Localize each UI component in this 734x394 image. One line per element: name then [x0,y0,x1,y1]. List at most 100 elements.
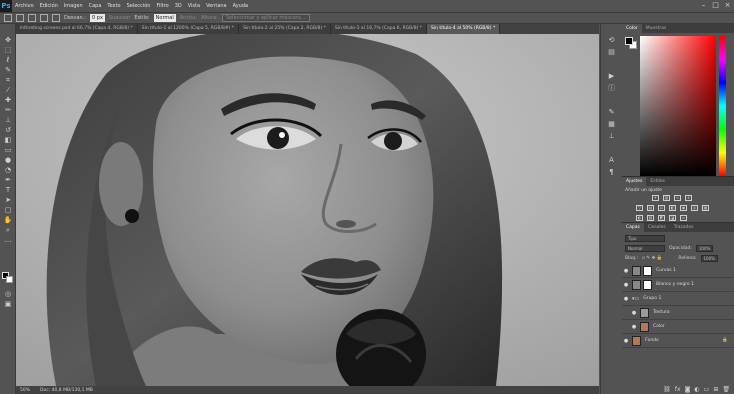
posterize-icon[interactable]: ▨ [647,215,654,221]
levels-icon[interactable]: ▥ [663,195,670,201]
menu-vista[interactable]: Vista [185,3,203,9]
new-selection-icon[interactable] [16,14,24,22]
vibrance-icon[interactable]: ▽ [636,205,643,211]
doc-tab-active[interactable]: Sin título-4 al 50% (RGB/8) * [427,24,501,34]
marquee-tool-icon[interactable]: ⬚ [3,46,13,55]
color-picker-field[interactable] [640,36,716,176]
pen-tool-icon[interactable]: ✒ [3,176,13,185]
tab-adjustments[interactable]: Ajustes [622,177,647,186]
lock-icons[interactable]: ▫ ✎ ✥ 🔒 [642,256,663,261]
clone-source-icon[interactable]: ⊥ [607,132,616,141]
quick-mask-icon[interactable]: ◎ [3,290,13,299]
curves-icon[interactable]: ∿ [674,195,681,201]
layer-row[interactable]: ● ▾▭ Grupo 1 [622,292,734,306]
color-balance-icon[interactable]: ⚖ [658,205,665,211]
layer-row[interactable]: ● Color [622,320,734,334]
minimize-icon[interactable]: – [699,1,708,10]
tab-styles[interactable]: Estilos [646,177,669,186]
trash-icon[interactable]: 🗑 [722,386,730,393]
visibility-eye-icon[interactable]: ● [622,282,630,288]
fx-icon[interactable]: fx [675,386,681,393]
layer-row[interactable]: ● Fondo 🔒 [622,334,734,348]
antialias-checkbox[interactable]: Suavizar [109,15,131,21]
menu-filtro[interactable]: Filtro [153,3,171,9]
document-canvas[interactable] [16,34,599,386]
foreground-color-chip[interactable] [625,37,633,45]
paragraph-panel-icon[interactable]: ¶ [607,168,616,177]
zoom-level[interactable]: 50% [20,388,30,393]
layer-filter-select[interactable]: Tipo [625,235,665,242]
marquee-tool-preset-icon[interactable] [4,14,12,22]
new-adjustment-icon[interactable]: ◐ [694,386,699,393]
menu-3d[interactable]: 3D [172,3,185,9]
gradient-map-icon[interactable]: ▭ [680,215,687,221]
folder-icon[interactable]: ▾▭ [632,296,639,302]
layer-row[interactable]: ● Curvas 1 [622,264,734,278]
intersect-selection-icon[interactable] [52,14,60,22]
visibility-eye-icon[interactable]: ● [630,310,638,316]
menu-archivo[interactable]: Archivo [12,3,37,9]
photo-filter-icon[interactable]: ◉ [680,205,687,211]
link-layers-icon[interactable]: ⛓ [663,386,671,393]
screen-mode-icon[interactable]: ▣ [3,300,13,309]
brush-tool-icon[interactable]: ✏ [3,106,13,115]
brush-panel-icon[interactable]: ✎ [607,108,616,117]
visibility-eye-icon[interactable]: ● [622,268,630,274]
visibility-eye-icon[interactable]: ● [630,324,638,330]
shape-tool-icon[interactable]: ▢ [3,206,13,215]
quick-select-tool-icon[interactable]: ✎ [3,66,13,75]
doc-tab[interactable]: Sin título-3 al 16,7% (Capa 6, RGB/8) * [330,24,428,34]
zoom-tool-icon[interactable]: ⌕ [3,226,13,235]
menu-ayuda[interactable]: Ayuda [230,3,251,9]
invert-icon[interactable]: ◐ [636,215,643,221]
channel-mixer-icon[interactable]: ◎ [691,205,698,211]
tab-channels[interactable]: Canales [644,223,670,232]
hue-saturation-icon[interactable]: ▤ [647,205,654,211]
dodge-tool-icon[interactable]: ◔ [3,166,13,175]
blend-mode-select[interactable]: Normal [625,245,665,252]
maximize-icon[interactable]: □ [711,1,720,10]
tab-swatches[interactable]: Muestras [642,24,671,33]
add-selection-icon[interactable] [28,14,36,22]
menu-texto[interactable]: Texto [104,3,123,9]
gradient-tool-icon[interactable]: ▭ [3,146,13,155]
opacity-input[interactable]: 100% [695,245,714,252]
background-color-swatch[interactable] [6,276,13,283]
doc-tab[interactable]: Sin título-1 al 1200% (Capa 5, RGB/8#) * [137,24,240,34]
threshold-icon[interactable]: ◩ [658,215,665,221]
eraser-tool-icon[interactable]: ◧ [3,136,13,145]
lasso-tool-icon[interactable]: ℓ [3,56,13,65]
character-panel-icon[interactable]: A [607,156,616,165]
history-panel-icon[interactable]: ⟲ [607,36,616,45]
type-tool-icon[interactable]: T [3,186,13,195]
visibility-eye-icon[interactable]: ● [622,338,630,344]
menu-ventana[interactable]: Ventana [203,3,230,9]
style-select[interactable]: Normal [153,14,176,22]
eyedropper-tool-icon[interactable]: ⁄ [3,86,13,95]
path-select-tool-icon[interactable]: ➤ [3,196,13,205]
tab-layers[interactable]: Capas [622,223,644,232]
subtract-selection-icon[interactable] [40,14,48,22]
history-brush-tool-icon[interactable]: ↺ [3,126,13,135]
black-white-icon[interactable]: ◧ [669,205,676,211]
menu-seleccion[interactable]: Selección [124,3,154,9]
add-mask-icon[interactable]: ◙ [685,386,691,393]
blur-tool-icon[interactable]: ● [3,156,13,165]
move-tool-icon[interactable]: ✥ [3,36,13,45]
close-icon[interactable]: × [723,1,732,10]
menu-imagen[interactable]: Imagen [61,3,86,9]
selective-color-icon[interactable]: ◪ [669,215,676,221]
hand-tool-icon[interactable]: ✋ [3,216,13,225]
layer-row[interactable]: ● Textura [622,306,734,320]
color-lookup-icon[interactable]: ▦ [702,205,709,211]
healing-brush-tool-icon[interactable]: ✚ [3,96,13,105]
actions-panel-icon[interactable]: ▶ [607,72,616,81]
new-group-icon[interactable]: ▭ [704,386,710,393]
info-panel-icon[interactable]: ⓘ [607,84,616,93]
doc-tab[interactable]: lnthreting screens psd al 66,7% (Capa 4,… [16,24,138,34]
refine-mask-button[interactable]: Seleccionar y aplicar máscara... [221,14,310,22]
tab-color[interactable]: Color [622,24,642,33]
clone-stamp-tool-icon[interactable]: ⊥ [3,116,13,125]
menu-capa[interactable]: Capa [86,3,105,9]
brightness-icon[interactable]: ☀ [652,195,659,201]
